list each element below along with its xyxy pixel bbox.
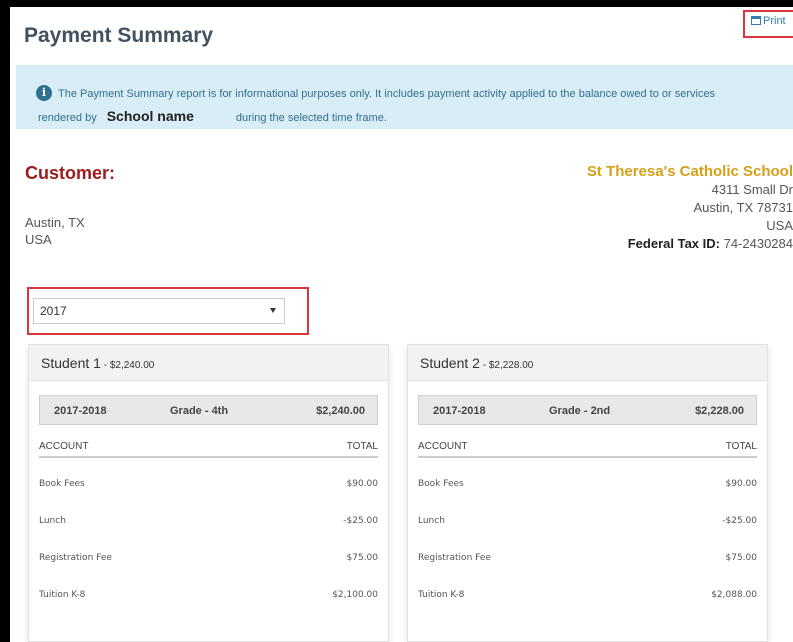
grade-level: Grade - 2nd (549, 405, 611, 417)
school-city: Austin, TX 78731 (693, 200, 793, 215)
row-total: $2,100.00 (332, 590, 378, 600)
school-name: St Theresa's Catholic School (586, 163, 793, 180)
column-total: TOTAL (346, 441, 378, 452)
row-account: Registration Fee (39, 553, 112, 563)
school-year: 2017-2018 (433, 405, 486, 417)
column-total: TOTAL (725, 441, 757, 452)
grade-level: Grade - 4th (170, 405, 229, 417)
page-title: Payment Summary (24, 24, 214, 47)
chevron-down-icon (270, 308, 276, 313)
table-header: ACCOUNT TOTAL (39, 436, 378, 458)
info-school-name: School name (106, 108, 194, 124)
row-total: $75.00 (725, 553, 758, 563)
info-icon: i (36, 85, 52, 101)
student-card-header: Student 2 - $2,228.00 (408, 345, 767, 381)
customer-country: USA (25, 232, 52, 247)
federal-tax-id: Federal Tax ID: 74-2430284 (587, 235, 793, 253)
student-total: - $2,228.00 (479, 360, 534, 371)
table-row: Tuition K-8 $2,088.00 (418, 585, 757, 605)
student-name: Student 2 (420, 355, 480, 371)
row-account: Registration Fee (418, 553, 491, 563)
table-row: Book Fees $90.00 (418, 474, 757, 494)
table-row: Registration Fee $75.00 (39, 548, 378, 568)
printer-icon (751, 16, 761, 25)
customer-address: Austin, TX USA (25, 214, 85, 248)
table-row: Tuition K-8 $2,100.00 (39, 585, 378, 605)
info-text-prefix: rendered by (38, 112, 97, 124)
info-alert: i The Payment Summary report is for info… (16, 65, 793, 129)
student-card: Student 1 - $2,240.00 2017-2018 Grade - … (28, 344, 389, 642)
student-name: Student 1 (41, 355, 101, 371)
customer-label: Customer: (25, 163, 116, 183)
tax-id-label: Federal Tax ID: (627, 236, 720, 251)
info-text-line1: The Payment Summary report is for inform… (58, 88, 716, 100)
table-row: Registration Fee $75.00 (418, 548, 757, 568)
school-street: 4311 Small Dr (711, 182, 793, 197)
column-account: ACCOUNT (39, 441, 89, 452)
grade-summary-bar: 2017-2018 Grade - 4th $2,240.00 (39, 395, 378, 425)
school-year: 2017-2018 (54, 405, 107, 417)
info-text-line2: rendered by School name during the selecte… (38, 105, 793, 129)
row-total: -$25.00 (722, 516, 757, 526)
row-total: $75.00 (346, 553, 379, 563)
table-header: ACCOUNT TOTAL (418, 436, 757, 458)
student-card: Student 2 - $2,228.00 2017-2018 Grade - … (407, 344, 768, 642)
row-account: Book Fees (39, 479, 85, 489)
table-row: Lunch -$25.00 (418, 511, 757, 531)
student-card-header: Student 1 - $2,240.00 (29, 345, 388, 381)
table-row: Book Fees $90.00 (39, 474, 378, 494)
info-text-suffix: during the selected time frame. (235, 112, 387, 124)
row-total: $90.00 (346, 479, 379, 489)
row-total: -$25.00 (343, 516, 378, 526)
year-select[interactable]: 2017 (33, 298, 285, 324)
page-frame: Payment Summary Print i The Payment Summ… (10, 7, 793, 642)
school-country: USA (766, 218, 793, 233)
grade-summary-bar: 2017-2018 Grade - 2nd $2,228.00 (418, 395, 757, 425)
column-account: ACCOUNT (418, 441, 468, 452)
row-account: Tuition K-8 (39, 590, 86, 600)
school-address: St Theresa's Catholic School 4311 Small … (587, 163, 793, 253)
customer-city: Austin, TX (25, 215, 85, 230)
row-total: $90.00 (725, 479, 758, 489)
grade-total: $2,228.00 (695, 405, 744, 417)
print-label: Print (763, 15, 786, 27)
row-total: $2,088.00 (711, 590, 757, 600)
year-select-highlight: 2017 (27, 287, 309, 335)
print-button[interactable]: Print (743, 10, 793, 38)
row-account: Lunch (39, 516, 66, 526)
row-account: Lunch (418, 516, 445, 526)
row-account: Book Fees (418, 479, 464, 489)
grade-total: $2,240.00 (316, 405, 365, 417)
table-row: Lunch -$25.00 (39, 511, 378, 531)
student-total: - $2,240.00 (100, 360, 155, 371)
year-select-value: 2017 (40, 304, 67, 318)
row-account: Tuition K-8 (418, 590, 465, 600)
tax-id-value: 74-2430284 (723, 236, 793, 251)
